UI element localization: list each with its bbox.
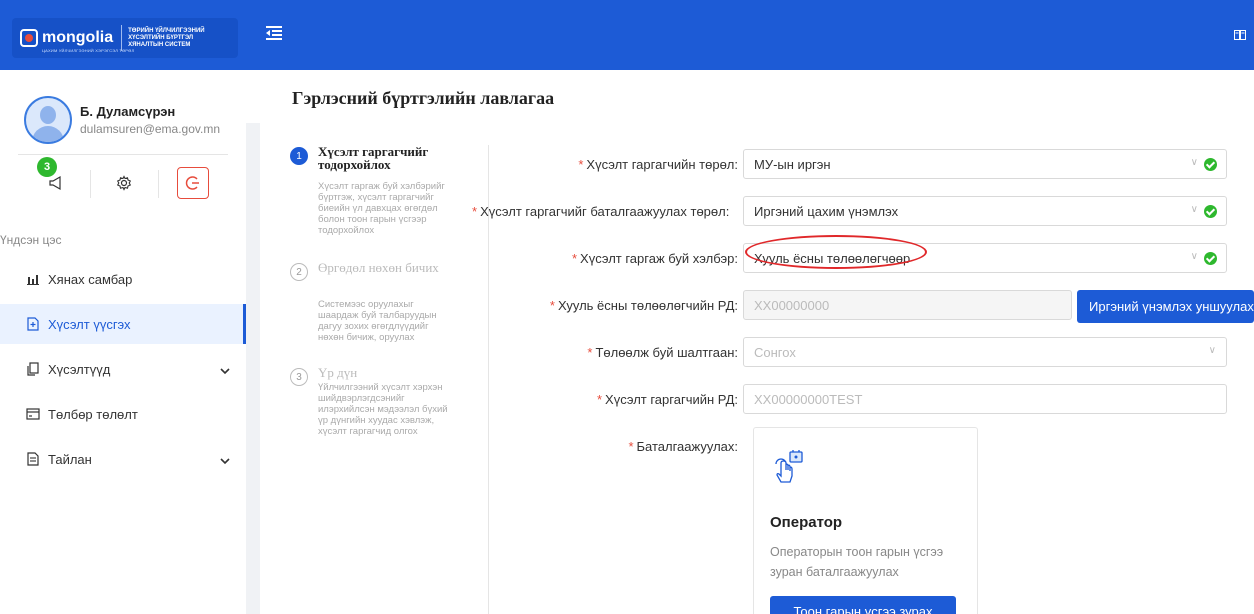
confirmation-label: * Баталгаажуулах: bbox=[628, 439, 738, 454]
step-title: Хүсэлт гаргагчийг тодорхойлох bbox=[318, 144, 429, 172]
operator-description: Операторын тоон гарын үсгээ зуран баталг… bbox=[770, 545, 944, 579]
sidebar-item-label: Хүсэлт үүсгэх bbox=[48, 316, 131, 332]
form-panel: 1 Хүсэлт гаргагчийг тодорхойлох Хүсэлт г… bbox=[260, 123, 1254, 614]
sidebar-item-label: Хянах самбар bbox=[48, 271, 133, 287]
megaphone-icon bbox=[49, 175, 61, 191]
step-title: Өргөдөл нөхөн бичих bbox=[318, 260, 439, 275]
verification-type-label: * Хүсэлт гаргагчийг баталгаажуулах төрөл: bbox=[472, 204, 730, 219]
check-icon bbox=[1204, 158, 1217, 171]
gear-icon bbox=[116, 175, 132, 191]
wallet-icon bbox=[26, 407, 40, 421]
chevron-down-icon: ∨ bbox=[1190, 157, 1198, 168]
logo-text: mongolia bbox=[42, 29, 114, 46]
requester-type-label: * Хүсэлт гаргагчийн төрөл: bbox=[578, 157, 738, 172]
step-number: 2 bbox=[290, 263, 308, 281]
chart-icon bbox=[26, 272, 40, 286]
rep-reason-select[interactable]: Сонгох ∨ bbox=[743, 337, 1227, 367]
operator-card[interactable]: Оператор Операторын тоон гарын үсгээ зур… bbox=[753, 427, 978, 614]
guide-icon[interactable] bbox=[1234, 30, 1246, 43]
divider bbox=[90, 170, 91, 198]
requester-type-select[interactable]: МУ-ын иргэн ∨ bbox=[743, 149, 1227, 179]
menu-section-label: Үндсэн цэс bbox=[0, 233, 62, 247]
top-bar: mongolia ЦАХИМ УЙЛЧИЛГЭЭНИЙ ХЭРЭГСЭЛ ТӨР… bbox=[0, 0, 1254, 70]
sidebar-item-payment[interactable]: Төлбөр төлөлт bbox=[0, 394, 246, 434]
step-title: Үр дүн bbox=[318, 365, 358, 380]
divider bbox=[158, 170, 159, 198]
rep-reason-label: * Төлөөлж буй шалтгаан: bbox=[587, 345, 738, 360]
check-icon bbox=[1204, 252, 1217, 265]
sidebar-item-dashboard[interactable]: Хянах самбар bbox=[0, 259, 246, 299]
sidebar-item-label: Тайлан bbox=[48, 451, 92, 467]
add-document-icon bbox=[26, 317, 40, 331]
step-number: 3 bbox=[290, 368, 308, 386]
logo[interactable]: mongolia ЦАХИМ УЙЛЧИЛГЭЭНИЙ ХЭРЭГСЭЛ ТӨР… bbox=[12, 18, 238, 58]
page-title: Гэрлэсний бүртгэлийн лавлагаа bbox=[292, 88, 555, 108]
requester-register-input[interactable]: XX00000000TEST bbox=[743, 384, 1227, 414]
report-icon bbox=[26, 452, 40, 466]
step-description: Системээс оруулахыг шаардаж буй талбаруу… bbox=[318, 299, 437, 343]
copy-icon bbox=[26, 362, 40, 376]
step-number: 1 bbox=[290, 147, 308, 165]
chevron-down-icon: ∨ bbox=[1190, 251, 1198, 262]
chevron-down-icon: ∨ bbox=[1190, 204, 1198, 215]
menu-toggle-icon[interactable] bbox=[266, 26, 282, 40]
verification-type-select[interactable]: Иргэний цахим үнэмлэх ∨ bbox=[743, 196, 1227, 226]
step-description: Үйлчилгээний хүсэлт хэрхэн шийдвэрлэгдсэ… bbox=[318, 382, 448, 437]
sidebar-item-requests[interactable]: Хүсэлтүүд bbox=[0, 349, 246, 389]
sign-digital-signature-button[interactable]: Тоон гарын үсгээ зурах bbox=[770, 596, 956, 614]
user-email: dulamsuren@ema.gov.mn bbox=[80, 122, 221, 136]
chevron-down-icon[interactable] bbox=[220, 453, 230, 468]
sidebar-item-label: Хүсэлтүүд bbox=[48, 361, 111, 377]
chevron-down-icon[interactable] bbox=[220, 363, 230, 378]
sidebar-item-label: Төлбөр төлөлт bbox=[48, 406, 138, 422]
settings-button[interactable] bbox=[108, 167, 140, 199]
request-form-label: * Хүсэлт гаргаж буй хэлбэр: bbox=[571, 251, 738, 266]
notification-badge: 3 bbox=[37, 157, 57, 177]
step-description: Хүсэлт гаргаж буй хэлбэрийг бүртгэж, хүс… bbox=[318, 181, 445, 236]
sidebar: Б. Дуламсүрэн dulamsuren@ema.gov.mn 3 Үн… bbox=[0, 70, 246, 614]
read-id-card-button[interactable]: Иргэний үнэмлэх уншуулах bbox=[1077, 290, 1254, 323]
highlight-annotation bbox=[745, 235, 927, 269]
logo-tagline: ЦАХИМ УЙЛЧИЛГЭЭНИЙ ХЭРЭГСЭЛ ТӨРӨЛ bbox=[42, 48, 135, 53]
system-name: ТӨРИЙН ҮЙЛЧИЛГЭЭНИЙ ХҮСЭЛТИЙН БҮРТГЭЛ ХЯ… bbox=[128, 27, 205, 48]
rep-register-label: * Хууль ёсны төлөөлөгчийн РД: bbox=[549, 298, 738, 313]
touch-lock-icon bbox=[770, 450, 810, 490]
logo-mark-icon bbox=[20, 29, 38, 47]
page-header: Гэрлэсний бүртгэлийн лавлагаа bbox=[246, 70, 1254, 123]
rep-register-input[interactable]: XX00000000 bbox=[743, 290, 1072, 320]
requester-register-label: * Хүсэлт гаргагчийн РД: bbox=[596, 392, 738, 407]
check-icon bbox=[1204, 205, 1217, 218]
sidebar-item-report[interactable]: Тайлан bbox=[0, 439, 246, 479]
logout-icon bbox=[185, 176, 199, 190]
sidebar-item-create-request[interactable]: Хүсэлт үүсгэх bbox=[0, 304, 246, 344]
operator-title: Оператор bbox=[770, 514, 843, 531]
user-name: Б. Дуламсүрэн bbox=[80, 104, 176, 119]
divider bbox=[18, 154, 228, 155]
chevron-down-icon: ∨ bbox=[1208, 345, 1216, 356]
avatar[interactable] bbox=[24, 96, 72, 144]
logout-button[interactable] bbox=[177, 167, 209, 199]
